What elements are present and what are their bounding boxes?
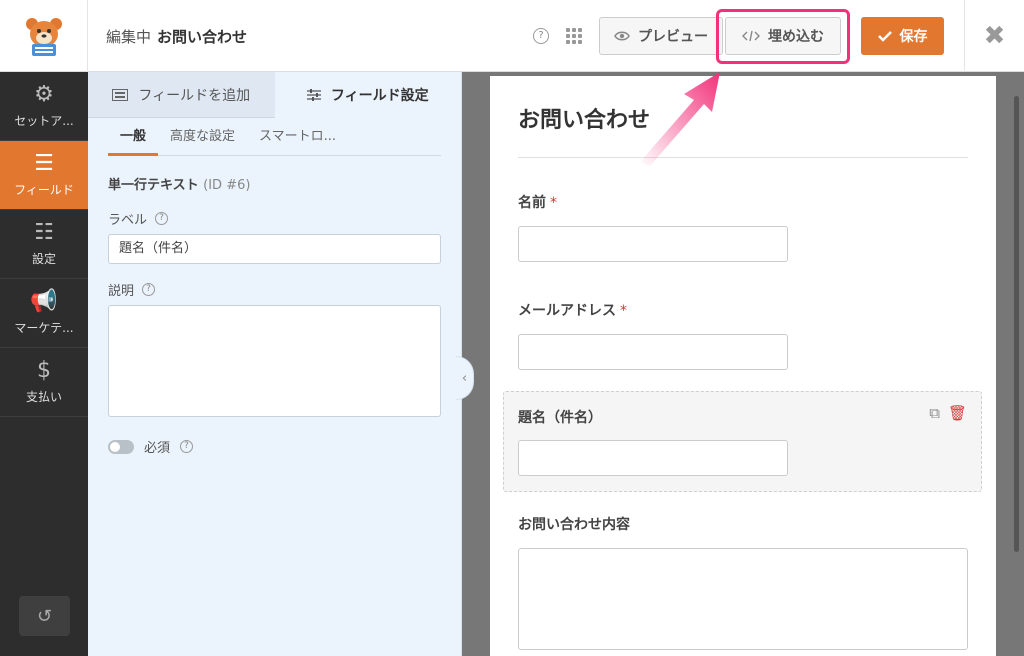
grid-icon[interactable] xyxy=(566,28,582,44)
question-circle-icon[interactable]: ? xyxy=(180,440,194,453)
label-caption: ラベル xyxy=(108,213,148,228)
subject-field[interactable] xyxy=(518,440,788,476)
preview-label: プレビュー xyxy=(638,29,708,45)
question-circle-icon[interactable]: ? xyxy=(533,28,549,44)
question-circle-icon[interactable]: ? xyxy=(155,212,169,225)
subtab-advanced[interactable]: 高度な設定 xyxy=(158,118,247,156)
sidebar-item-setup[interactable]: ⚙ セットア... xyxy=(0,72,88,141)
subtab-smart-logic[interactable]: スマートロ... xyxy=(247,118,348,156)
tab-add-fields[interactable]: フィールドを追加 xyxy=(88,72,275,118)
arrow-annotation-icon xyxy=(640,72,720,166)
scrollbar[interactable] xyxy=(1014,96,1019,552)
sidebar-item-label: セットア... xyxy=(14,113,74,128)
top-bar: 編集中 お問い合わせ ? プレビュー 埋め込む 保存 ✖ xyxy=(0,0,1024,72)
question-circle-icon[interactable]: ? xyxy=(142,283,156,296)
description-textarea[interactable] xyxy=(108,305,441,417)
fields-list-icon: ☰ xyxy=(34,150,54,176)
checkmark-icon xyxy=(877,31,892,42)
form-preview: お問い合わせ 名前 * メールアドレス * ⧉ 🗑 題名（件名） お問い合わせ内容 xyxy=(490,76,996,656)
required-caption: 必須 xyxy=(144,441,171,456)
field-subtabs: 一般 高度な設定 スマートロ... xyxy=(108,118,441,156)
sidebar: ⚙ セットア... ☰ フィールド ☷ 設定 📢 マーケテ... $ 支払い ↺ xyxy=(0,72,88,656)
sidebar-item-fields[interactable]: ☰ フィールド xyxy=(0,141,88,210)
field-id: (ID #6) xyxy=(203,178,251,193)
duplicate-icon[interactable]: ⧉ xyxy=(929,404,940,422)
gear-icon: ⚙ xyxy=(34,81,54,107)
description-caption: 説明 xyxy=(108,284,135,299)
editing-prefix: 編集中 xyxy=(106,28,152,46)
sidebar-item-marketing[interactable]: 📢 マーケテ... xyxy=(0,279,88,348)
dollar-icon: $ xyxy=(37,357,51,383)
trash-icon[interactable]: 🗑 xyxy=(948,404,967,422)
tab-field-options-label: フィールド設定 xyxy=(330,88,429,104)
close-icon: ✖ xyxy=(983,21,1006,51)
preview-button[interactable]: プレビュー xyxy=(599,17,723,55)
name-field[interactable] xyxy=(518,226,788,262)
sidebar-item-label: 設定 xyxy=(31,251,56,266)
sidebar-item-label: 支払い xyxy=(25,389,62,404)
subtab-general[interactable]: 一般 xyxy=(108,118,159,156)
revisions-button[interactable]: ↺ xyxy=(19,596,70,636)
sidebar-item-label: フィールド xyxy=(14,182,74,197)
eye-icon xyxy=(614,31,630,41)
label-caption-row: ラベル ? xyxy=(108,209,441,228)
message-field[interactable] xyxy=(518,548,968,650)
sliders-icon xyxy=(306,89,321,101)
form-title: お問い合わせ xyxy=(518,108,651,133)
tab-add-fields-label: フィールドを追加 xyxy=(138,87,251,104)
form-icon xyxy=(112,88,129,101)
wpforms-bear-logo-icon xyxy=(25,18,62,56)
divider xyxy=(518,157,968,158)
tab-field-options[interactable]: フィールド設定 xyxy=(274,72,461,118)
save-button[interactable]: 保存 xyxy=(861,17,944,55)
chevron-left-icon: ‹ xyxy=(461,370,468,386)
field-label-name: 名前 * xyxy=(518,195,557,211)
sliders-icon: ☷ xyxy=(34,219,54,245)
email-field[interactable] xyxy=(518,334,788,370)
field-type: 単一行テキスト xyxy=(108,178,199,193)
logo xyxy=(0,0,88,72)
description-caption-row: 説明 ? xyxy=(108,280,441,299)
sidebar-item-settings[interactable]: ☷ 設定 xyxy=(0,210,88,279)
field-label-email: メールアドレス * xyxy=(518,303,627,319)
label-input[interactable]: 題名（件名） xyxy=(108,234,441,264)
required-toggle[interactable] xyxy=(108,439,134,454)
required-mark: * xyxy=(550,195,557,211)
field-type-heading: 単一行テキスト (ID #6) xyxy=(108,174,441,193)
required-mark: * xyxy=(620,303,627,319)
required-toggle-row: 必須 ? xyxy=(108,437,441,456)
field-options-panel: フィールドを追加 フィールド設定 一般 高度な設定 スマートロ... 単一行テキ… xyxy=(88,72,462,656)
embed-highlight-box xyxy=(716,9,850,64)
close-button[interactable]: ✖ xyxy=(964,0,1024,72)
save-label: 保存 xyxy=(899,29,928,45)
form-name: お問い合わせ xyxy=(157,28,248,46)
field-label-subject: 題名（件名） xyxy=(518,410,602,426)
field-label-message: お問い合わせ内容 xyxy=(518,517,630,533)
panel-tabs: フィールドを追加 フィールド設定 xyxy=(88,72,461,118)
history-icon: ↺ xyxy=(36,605,53,627)
megaphone-icon: 📢 xyxy=(30,288,58,314)
field-actions: ⧉ 🗑 xyxy=(929,404,967,422)
sidebar-item-label: マーケテ... xyxy=(14,320,74,335)
sidebar-item-payments[interactable]: $ 支払い xyxy=(0,348,88,417)
editing-title: 編集中 お問い合わせ xyxy=(106,26,247,47)
